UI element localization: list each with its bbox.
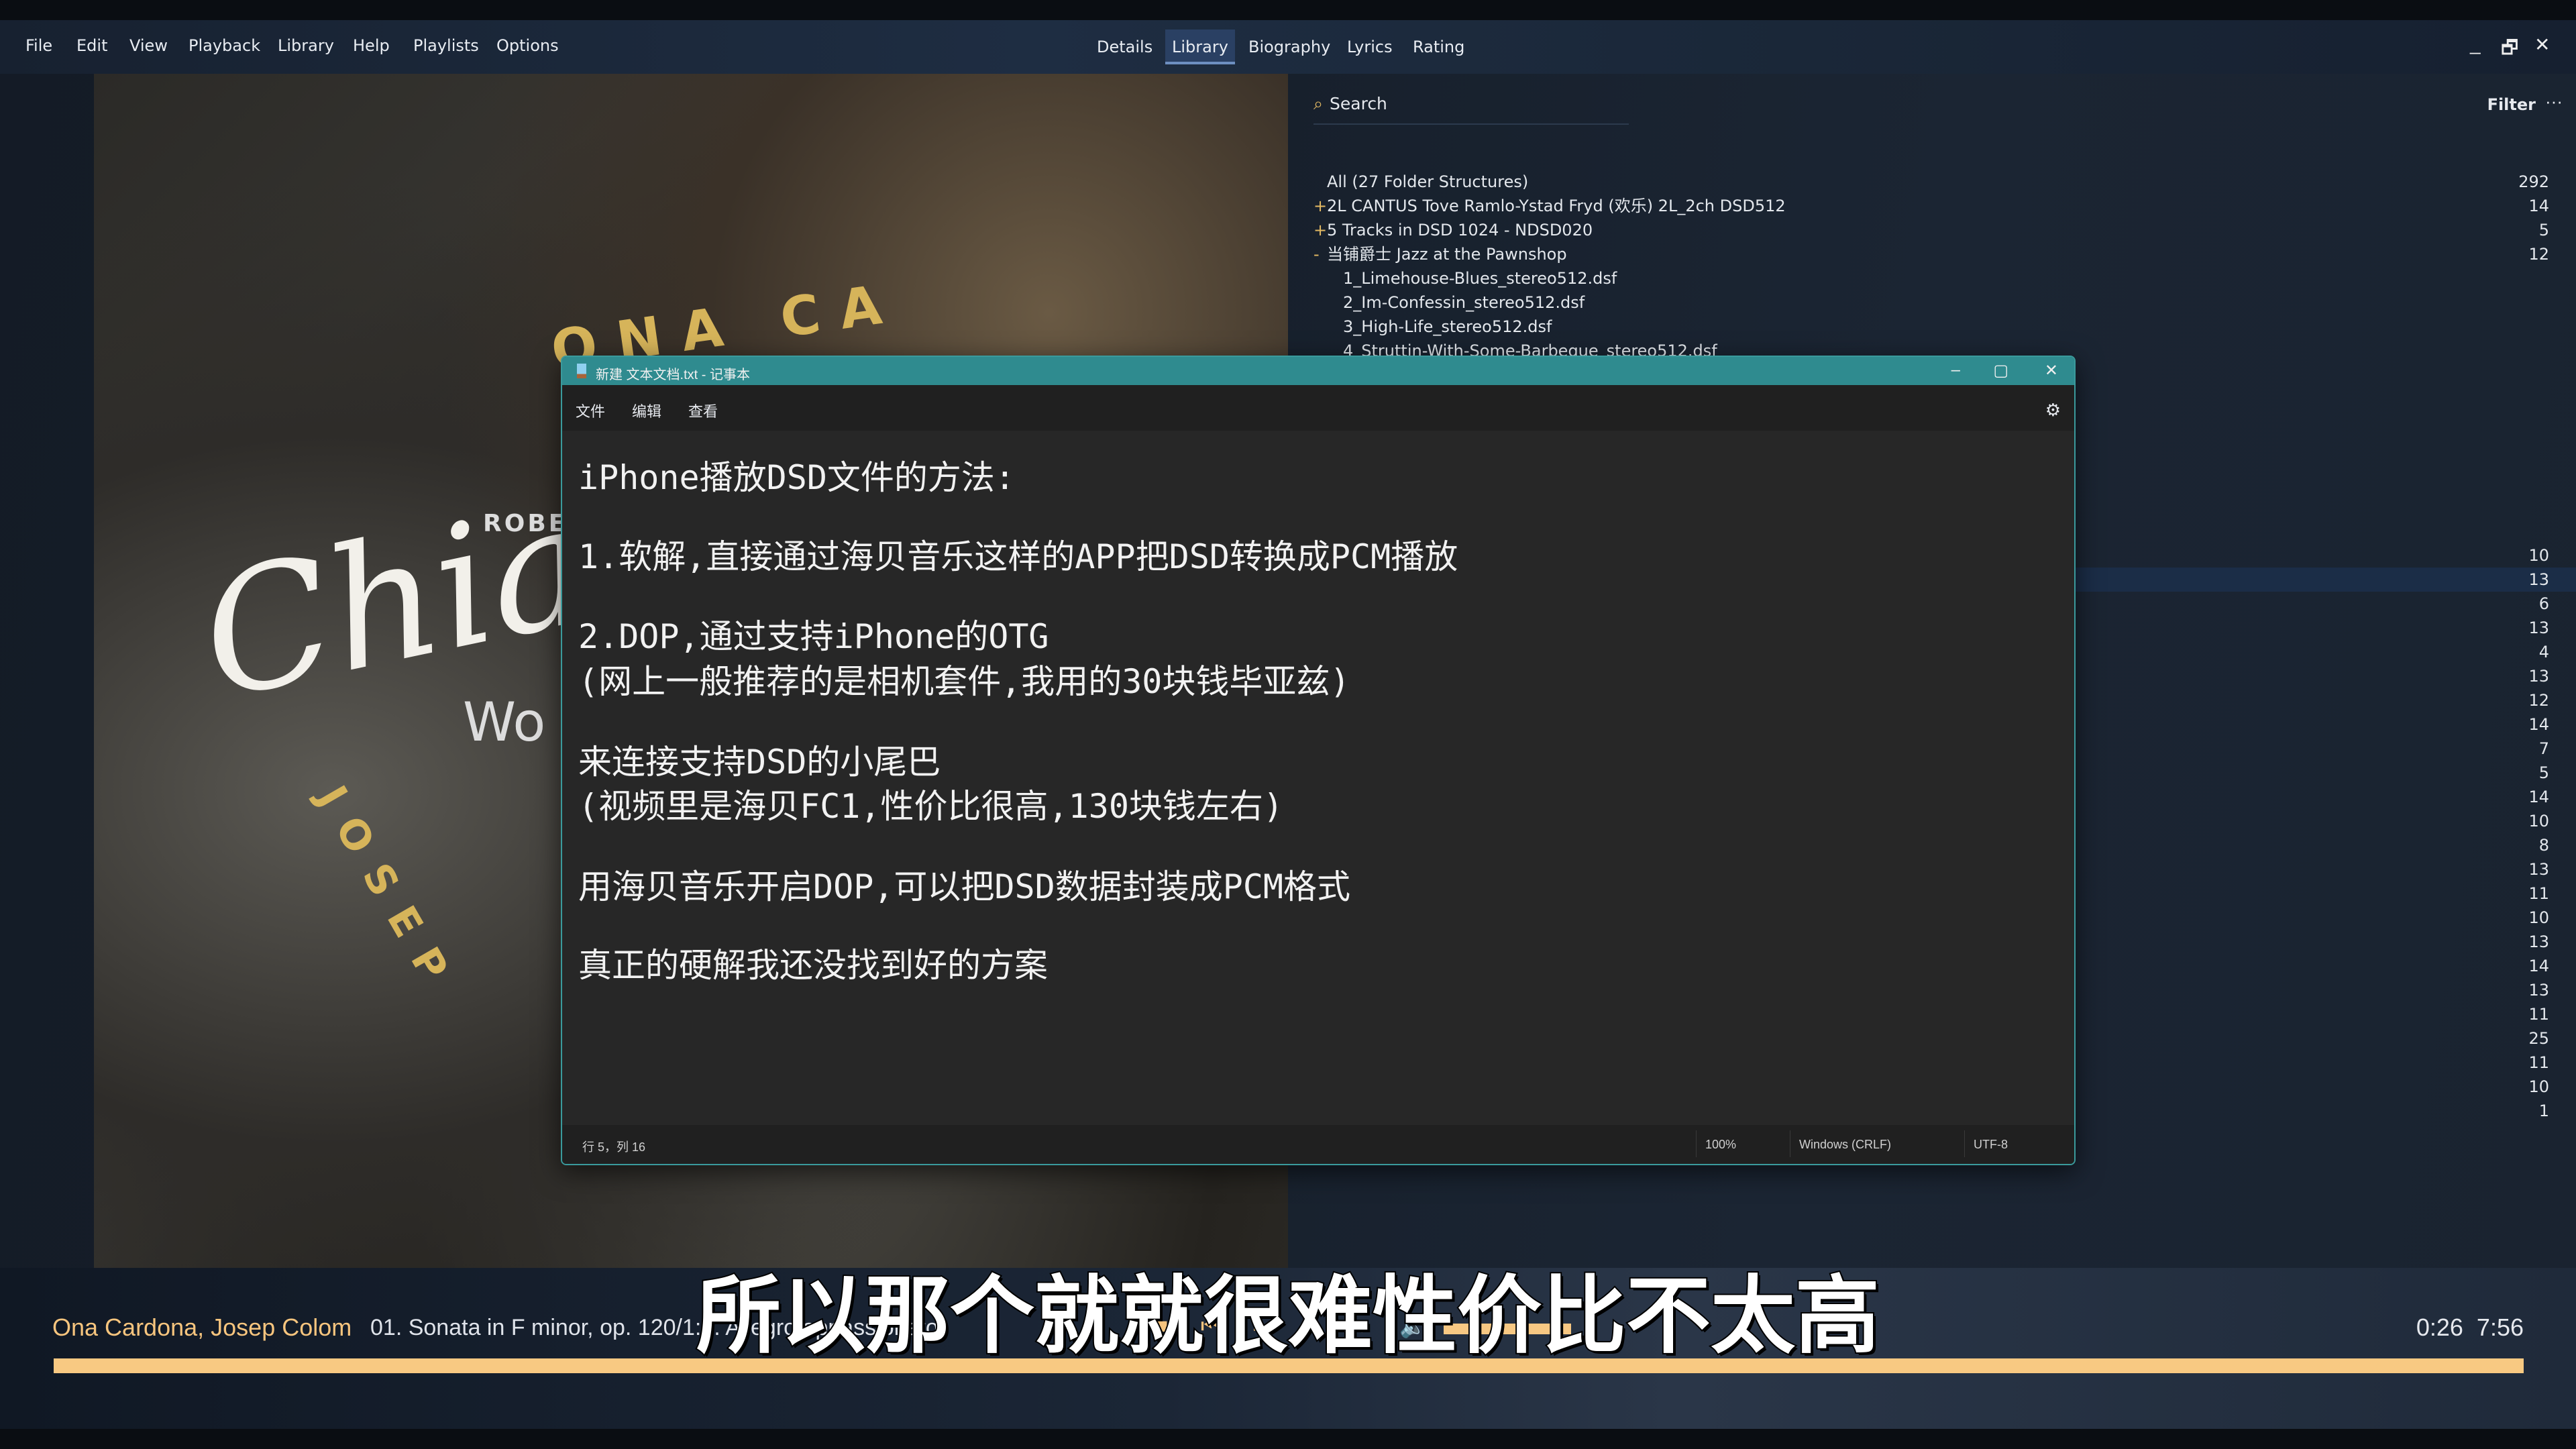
filter-button[interactable]: Filter <box>2487 95 2536 114</box>
row-count: 10 <box>2528 812 2549 830</box>
library-row[interactable]: 2_Im-Confessin_stereo512.dsf <box>1313 290 2576 315</box>
row-label: 2L CANTUS Tove Ramlo-Ystad Fryd (欢乐) 2L_… <box>1327 197 1786 215</box>
menu-edit[interactable]: Edit <box>76 36 107 55</box>
tab-library[interactable]: Library <box>1165 30 1235 64</box>
settings-icon[interactable]: ⚙ <box>2045 400 2061 421</box>
row-count: 5 <box>2538 763 2549 782</box>
notepad-menu-bar: 文件 编辑 查看 ⚙ <box>562 385 2074 431</box>
art-text: JOSEP <box>308 778 467 1006</box>
row-count: 12 <box>2528 245 2549 264</box>
row-count: 10 <box>2528 908 2549 927</box>
row-count: 10 <box>2528 1077 2549 1096</box>
row-count: 11 <box>2528 884 2549 903</box>
encoding: UTF-8 <box>1974 1138 2008 1151</box>
row-count: 8 <box>2538 836 2549 855</box>
row-count: 13 <box>2528 860 2549 879</box>
menu-library[interactable]: Library <box>278 36 334 55</box>
row-count: 10 <box>2528 546 2549 565</box>
row-count: 12 <box>2528 691 2549 710</box>
expand-icon[interactable]: + <box>1313 194 1327 218</box>
collapse-icon[interactable]: - <box>1313 242 1327 266</box>
notepad-window: 新建 文本文档.txt - 记事本 – ▢ ✕ 文件 编辑 查看 ⚙ iPhon… <box>561 356 2076 1165</box>
library-row[interactable]: 1_Limehouse-Blues_stereo512.dsf <box>1313 266 2576 290</box>
notepad-minimize-button[interactable]: – <box>1951 361 1960 380</box>
expand-icon[interactable]: + <box>1313 218 1327 242</box>
menu-bar: File Edit View Playback Library Help Pla… <box>0 20 2576 74</box>
text-line: (网上一般推荐的是相机套件,我用的30块钱毕亚兹) <box>578 662 1350 701</box>
text-line: 用海贝音乐开启DOP,可以把DSD数据封装成PCM格式 <box>578 867 1351 906</box>
row-count: 11 <box>2528 1053 2549 1072</box>
notepad-close-button[interactable]: ✕ <box>2045 361 2058 380</box>
text-line: 真正的硬解我还没找到好的方案 <box>578 946 1048 985</box>
library-row[interactable]: All (27 Folder Structures) 292 <box>1313 170 2576 194</box>
row-count: 25 <box>2528 1029 2549 1048</box>
row-count: 13 <box>2528 667 2549 686</box>
text-line: 来连接支持DSD的小尾巴 <box>578 743 941 782</box>
row-count: 5 <box>2538 221 2549 239</box>
row-count: 14 <box>2528 197 2549 215</box>
text-line: (视频里是海贝FC1,性价比很高,130块钱左右) <box>578 787 1284 826</box>
menu-playlists[interactable]: Playlists <box>413 36 479 55</box>
row-count: 13 <box>2528 619 2549 637</box>
menu-help[interactable]: Help <box>353 36 390 55</box>
row-count: 14 <box>2528 788 2549 806</box>
row-count: 292 <box>2518 172 2549 191</box>
notepad-menu-view[interactable]: 查看 <box>688 400 718 421</box>
row-label: 3_High-Life_stereo512.dsf <box>1343 317 1552 336</box>
tab-details[interactable]: Details <box>1090 30 1159 64</box>
row-count: 13 <box>2528 981 2549 1000</box>
row-label: All (27 Folder Structures) <box>1327 172 1529 191</box>
row-count: 6 <box>2538 594 2549 613</box>
row-label: 1_Limehouse-Blues_stereo512.dsf <box>1343 269 1617 288</box>
menu-view[interactable]: View <box>129 36 168 55</box>
row-count: 13 <box>2528 932 2549 951</box>
notepad-text-area[interactable]: iPhone播放DSD文件的方法: 1.软解,直接通过海贝音乐这样的APP把DSD… <box>562 431 2074 1122</box>
notepad-maximize-button[interactable]: ▢ <box>1993 361 2008 380</box>
notepad-menu-file[interactable]: 文件 <box>576 400 605 421</box>
menu-options[interactable]: Options <box>496 36 559 55</box>
text-line: 2.DOP,通过支持iPhone的OTG <box>578 617 1049 656</box>
notepad-menu-edit[interactable]: 编辑 <box>632 400 661 421</box>
minimize-button[interactable]: _ <box>2470 34 2481 55</box>
row-count: 11 <box>2528 1005 2549 1024</box>
library-row[interactable]: - 当铺爵士 Jazz at the Pawnshop 12 <box>1313 242 2576 266</box>
notepad-title-bar[interactable]: 新建 文本文档.txt - 记事本 – ▢ ✕ <box>562 357 2074 385</box>
row-count: 13 <box>2528 570 2549 589</box>
menu-playback[interactable]: Playback <box>189 36 260 55</box>
notepad-status-bar: 行 5，列 16 100% Windows (CRLF) UTF-8 <box>562 1125 2074 1164</box>
search-input[interactable]: ⌕ Search <box>1313 94 1629 125</box>
tab-biography[interactable]: Biography <box>1242 30 1337 64</box>
restore-button[interactable]: 🗗 <box>2501 34 2518 66</box>
row-count: 1 <box>2538 1102 2549 1120</box>
row-label: 当铺爵士 Jazz at the Pawnshop <box>1327 245 1567 264</box>
music-player-window: File Edit View Playback Library Help Pla… <box>0 20 2576 1429</box>
row-label: 5 Tracks in DSD 1024 - NDSD020 <box>1327 221 1593 239</box>
more-options-icon[interactable]: ··· <box>2545 91 2563 112</box>
tab-lyrics[interactable]: Lyrics <box>1340 30 1399 64</box>
search-placeholder: Search <box>1330 94 1387 113</box>
search-icon: ⌕ <box>1313 94 1324 113</box>
text-line: iPhone播放DSD文件的方法: <box>578 458 1016 497</box>
row-count: 14 <box>2528 715 2549 734</box>
library-row[interactable]: 3_High-Life_stereo512.dsf <box>1313 315 2576 339</box>
tab-rating[interactable]: Rating <box>1406 30 1471 64</box>
row-label: 2_Im-Confessin_stereo512.dsf <box>1343 293 1585 312</box>
row-count: 4 <box>2538 643 2549 661</box>
line-ending: Windows (CRLF) <box>1799 1138 1892 1151</box>
menu-file[interactable]: File <box>25 36 52 55</box>
cursor-position: 行 5，列 16 <box>582 1140 646 1154</box>
art-text: Wo <box>463 691 546 753</box>
text-line: 1.软解,直接通过海贝音乐这样的APP把DSD转换成PCM播放 <box>578 537 1458 576</box>
zoom-level: 100% <box>1705 1138 1737 1151</box>
notepad-title: 新建 文本文档.txt - 记事本 <box>596 368 750 382</box>
library-row[interactable]: +2L CANTUS Tove Ramlo-Ystad Fryd (欢乐) 2L… <box>1313 194 2576 218</box>
row-count: 7 <box>2538 739 2549 758</box>
row-count: 14 <box>2528 957 2549 975</box>
library-row[interactable]: +5 Tracks in DSD 1024 - NDSD020 5 <box>1313 218 2576 242</box>
notepad-icon <box>577 364 586 378</box>
close-button[interactable]: ✕ <box>2534 34 2550 56</box>
video-subtitle: 所以那个就就很难性价比不太高 <box>695 1265 1881 1366</box>
